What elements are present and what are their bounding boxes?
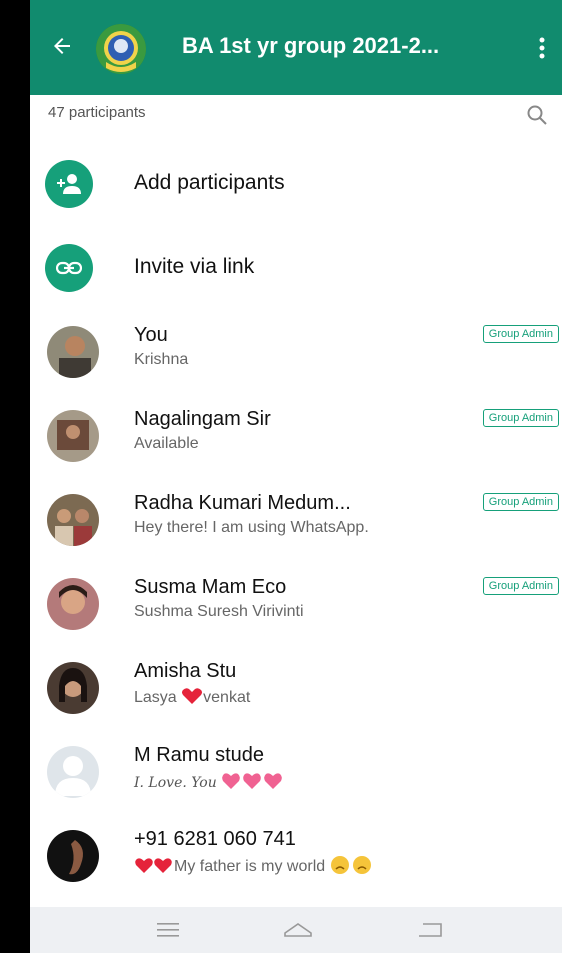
avatar (47, 830, 99, 882)
home-icon (284, 923, 312, 937)
avatar (47, 410, 99, 462)
group-admin-badge: Group Admin (482, 577, 559, 595)
return-icon (419, 923, 442, 937)
participant-status: I. Love. You (134, 771, 285, 792)
participant-status: Sushma Suresh Virivinti (134, 603, 304, 620)
hearts-icon (222, 773, 282, 789)
participant-status: Lasya venkat (134, 687, 250, 707)
status-text-end: venkat (203, 689, 251, 706)
overflow-menu-button[interactable] (530, 30, 554, 66)
participant-row[interactable]: Nagalingam Sir Available Group Admin (30, 401, 562, 485)
status-text: I. Love. You (134, 775, 217, 791)
participant-name: M Ramu stude (134, 744, 265, 766)
hamburger-icon (157, 923, 179, 937)
invite-link-avatar (45, 244, 93, 292)
participant-name: Susma Mam Eco (134, 576, 287, 598)
avatar (47, 494, 99, 546)
participant-name: Nagalingam Sir (134, 408, 271, 430)
group-admin-badge: Group Admin (482, 493, 559, 511)
participant-row[interactable]: Amisha Stu Lasya venkat (30, 653, 562, 737)
group-admin-badge: Group Admin (482, 409, 559, 427)
back-button[interactable] (46, 30, 78, 62)
default-avatar-icon (47, 746, 99, 798)
group-title[interactable]: BA 1st yr group 2021-2... (182, 33, 502, 59)
group-avatar[interactable] (96, 24, 146, 74)
add-participants-row[interactable]: Add participants (30, 148, 562, 218)
participant-row[interactable]: You Krishna Group Admin (30, 317, 562, 401)
back-arrow-icon (54, 38, 70, 54)
participant-status: Available (134, 435, 199, 452)
avatar (47, 326, 99, 378)
avatar (47, 578, 99, 630)
avatar (47, 662, 99, 714)
invite-link-row[interactable]: Invite via link (30, 232, 562, 302)
search-icon (527, 105, 547, 125)
heart-icon (182, 688, 203, 704)
crying-face-icon (330, 856, 371, 874)
participant-status: Krishna (134, 351, 189, 368)
participant-row[interactable]: Radha Kumari Medum... Hey there! I am us… (30, 485, 562, 569)
participant-name: You (134, 324, 168, 346)
more-vert-icon (539, 37, 545, 59)
app-bar: BA 1st yr group 2021-2... (30, 0, 562, 95)
status-text-start: Lasya (134, 689, 182, 706)
participant-status: My father is my world (134, 855, 374, 876)
group-admin-badge: Group Admin (482, 325, 559, 343)
participant-status: Hey there! I am using WhatsApp. (134, 519, 369, 536)
add-person-icon (57, 174, 81, 194)
participant-name: +91 6281 060 741 (134, 828, 296, 850)
participant-name: Amisha Stu (134, 660, 237, 682)
menu-nav-button[interactable] (148, 917, 188, 943)
system-nav-bar (30, 907, 562, 953)
add-participants-label: Add participants (134, 171, 285, 194)
participant-row[interactable]: +91 6281 060 741 My father is my world (30, 821, 562, 905)
add-participant-avatar (45, 160, 93, 208)
back-nav-button[interactable] (410, 917, 450, 943)
status-text: My father is my world (174, 858, 326, 875)
phone-screen: BA 1st yr group 2021-2... 47 participant… (30, 0, 562, 953)
home-nav-button[interactable] (278, 917, 318, 943)
search-button[interactable] (525, 103, 549, 127)
participant-row[interactable]: Susma Mam Eco Sushma Suresh Virivinti Gr… (30, 569, 562, 653)
participant-name: Radha Kumari Medum... (134, 492, 351, 514)
avatar (47, 746, 99, 798)
link-icon (56, 261, 82, 275)
participants-count: 47 participants (48, 104, 146, 121)
participant-row[interactable]: M Ramu stude I. Love. You (30, 737, 562, 821)
hearts-icon (135, 858, 172, 873)
invite-link-label: Invite via link (134, 255, 255, 278)
